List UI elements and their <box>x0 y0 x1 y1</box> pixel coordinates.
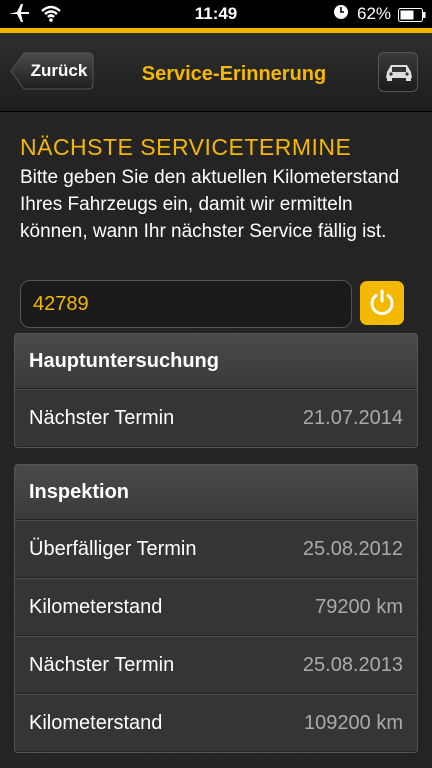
inspektion-card: Inspektion Überfälliger Termin 25.08.201… <box>14 464 418 753</box>
row-label: Überfälliger Termin <box>29 538 197 560</box>
nav-bar: Zurück Service-Erinnerung <box>0 33 432 112</box>
hauptuntersuchung-title: Hauptuntersuchung <box>15 334 417 389</box>
hauptuntersuchung-card: Hauptuntersuchung Nächster Termin 21.07.… <box>14 333 418 448</box>
list-item: Nächster Termin 21.07.2014 <box>15 389 417 447</box>
row-value: 25.08.2013 <box>302 654 403 676</box>
list-item: Überfälliger Termin 25.08.2012 <box>15 520 417 578</box>
list-item: Kilometerstand 79200 km <box>15 578 417 636</box>
battery-percent: 62% <box>357 4 392 23</box>
row-label: Nächster Termin <box>29 407 175 429</box>
row-label: Nächster Termin <box>29 654 175 676</box>
inspektion-title: Inspektion <box>15 465 417 520</box>
list-item: Nächster Termin 25.08.2013 <box>15 636 417 694</box>
row-label: Kilometerstand <box>29 596 163 618</box>
page-title: Service-Erinnerung <box>141 63 327 85</box>
row-value: 109200 km <box>304 712 403 734</box>
refresh-icon <box>370 289 394 315</box>
car-button[interactable] <box>378 52 418 92</box>
section-description: Bitte geben Sie den aktuellen Kilometers… <box>20 167 400 242</box>
status-bar: 11:49 62% <box>0 0 432 28</box>
list-item: Kilometerstand 109200 km <box>15 694 417 752</box>
refresh-button[interactable] <box>360 281 404 325</box>
car-icon <box>386 65 412 81</box>
clock-icon <box>333 4 349 25</box>
mileage-input[interactable]: 42789 <box>20 280 352 328</box>
row-label: Kilometerstand <box>29 712 163 734</box>
row-value: 21.07.2014 <box>302 407 403 429</box>
battery-icon <box>398 7 426 27</box>
row-value: 79200 km <box>315 596 403 618</box>
content: NÄCHSTE SERVICETERMINE Bitte geben Sie d… <box>0 112 432 768</box>
row-value: 25.08.2012 <box>302 538 403 560</box>
section-heading: NÄCHSTE SERVICETERMINE <box>20 134 352 160</box>
